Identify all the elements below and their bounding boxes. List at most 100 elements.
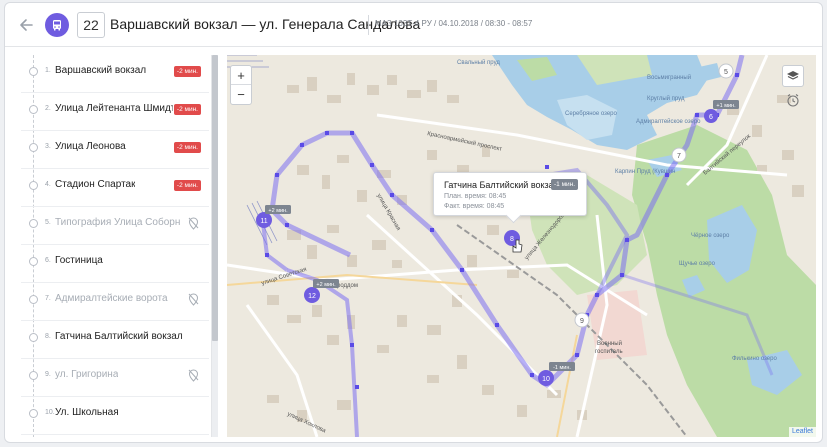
stop-number: 4. <box>45 181 51 188</box>
skipped-stop-icon <box>188 293 199 306</box>
stop-dot <box>29 181 38 190</box>
stop-number: 1. <box>45 67 51 74</box>
zoom-out-button[interactable]: − <box>231 85 251 104</box>
lake-label: Карпин Пруд (Кувшин <box>615 169 675 175</box>
stop-number: 9. <box>45 371 51 378</box>
place-label: роддом <box>337 283 358 289</box>
stop-name: Варшавский вокзал <box>55 65 147 76</box>
header: 22 Варшавский вокзал — ул. Генерала Санд… <box>5 3 822 47</box>
bus-icon <box>45 13 69 37</box>
scrollbar-thumb[interactable] <box>212 55 218 341</box>
skipped-stop-icon <box>188 217 199 230</box>
svg-text:10: 10 <box>542 376 550 383</box>
stop-dot <box>29 67 38 76</box>
zoom-in-button[interactable]: + <box>231 66 251 85</box>
svg-text:12: 12 <box>308 293 316 300</box>
stop-name: Адмиралтейские ворота <box>55 293 168 304</box>
stop-dot <box>29 257 38 266</box>
map-canvas[interactable]: Свальный пруд Серебряное озеро Адмиралте… <box>227 55 816 437</box>
stop-dot <box>29 333 38 342</box>
stop-number: 6. <box>45 257 51 264</box>
svg-text:11: 11 <box>260 218 267 225</box>
history-button[interactable] <box>782 89 804 111</box>
stop-item[interactable]: 3. Улица Леонова -2 мин. <box>21 131 209 169</box>
stop-dot <box>29 295 38 304</box>
skipped-stop-icon <box>188 369 199 382</box>
page-title: Варшавский вокзал — ул. Генерала Сандало… <box>110 16 421 32</box>
sidebar-scrollbar[interactable] <box>212 55 218 437</box>
place-label: госпиталь <box>595 349 623 355</box>
stop-dot <box>29 409 38 418</box>
stop-dot <box>29 105 38 114</box>
stop-name: ул. Григорина <box>55 369 119 380</box>
tooltip-actual-time: Факт. время: 08:45 <box>444 203 505 210</box>
lake-label: Восьмигранный <box>647 74 691 81</box>
delay-badge: -2 мин. <box>173 142 201 153</box>
stop-item[interactable]: 4. Стадион Спартак -2 мин. <box>21 169 209 207</box>
stop-name: Улица Леонова <box>55 141 126 152</box>
stop-item[interactable]: 7. Адмиралтейские ворота <box>21 283 209 321</box>
stop-item[interactable]: 6. Гостиница <box>21 245 209 283</box>
stop-dot <box>29 371 38 380</box>
tooltip-planned-time: План. время: 08:45 <box>444 193 507 200</box>
tooltip-delay-badge: -1 мин. <box>551 179 579 190</box>
lake-label: Адмиралтейское озеро <box>636 118 701 125</box>
delay-badge: -2 мин. <box>173 180 201 191</box>
stop-marker-7[interactable]: 7 <box>671 147 687 163</box>
layers-icon <box>787 71 799 80</box>
stop-item[interactable]: 9. ул. Григорина <box>21 359 209 397</box>
stop-name: Гатчина Балтийский вокзал <box>55 331 183 342</box>
lake-label: Чёрное озеро <box>691 233 730 239</box>
lake-label: Свальный пруд <box>457 59 500 66</box>
layers-button[interactable] <box>782 65 804 87</box>
stop-marker-9[interactable]: 9 <box>574 312 590 328</box>
stop-item[interactable]: 8. Гатчина Балтийский вокзал <box>21 321 209 359</box>
stop-item[interactable]: 1. Варшавский вокзал -2 мин. <box>21 55 209 93</box>
stop-dot <box>29 143 38 152</box>
svg-text:5: 5 <box>724 69 728 76</box>
stop-item[interactable]: 2. Улица Лейтенанта Шмидта -2 мин. <box>21 93 209 131</box>
route-number: 22 <box>77 12 105 38</box>
map-view[interactable]: Свальный пруд Серебряное озеро Адмиралте… <box>227 55 816 437</box>
marker-badge: -1 мин. <box>553 365 571 371</box>
stop-name: Типография Улица Соборная <box>55 217 180 228</box>
stop-number: 8. <box>45 333 51 340</box>
zoom-control: + − <box>230 65 252 105</box>
marker-badge: +1 мин. <box>716 103 736 109</box>
svg-text:7: 7 <box>677 153 681 160</box>
svg-text:8: 8 <box>510 236 514 243</box>
alarm-clock-icon <box>787 94 799 107</box>
lake-label: Серебряное озеро <box>565 111 618 117</box>
trip-meta: МАЗ 103Т-4 РУ / 04.10.2018 / 08:30 - 08:… <box>375 19 533 28</box>
stop-name: Стадион Спартак <box>55 179 136 190</box>
stop-marker-5[interactable]: 5 <box>718 63 734 79</box>
back-arrow-icon[interactable] <box>17 15 37 35</box>
lake-label: Круглый пруд <box>647 95 685 102</box>
stop-number: 10. <box>45 409 55 416</box>
stop-number: 5. <box>45 219 51 226</box>
stop-tooltip: Гатчина Балтийский вокзал -1 мин. План. … <box>433 172 587 216</box>
delay-badge: -2 мин. <box>173 104 201 115</box>
stops-list: 1. Варшавский вокзал -2 мин. 2. Улица Ле… <box>21 55 212 437</box>
stop-number: 3. <box>45 143 51 150</box>
svg-text:9: 9 <box>580 318 584 325</box>
street-label: Красноармейский проспект <box>427 130 503 153</box>
map-attribution[interactable]: Leaflet <box>788 427 816 437</box>
marker-badge: +2 мин. <box>316 282 336 288</box>
delay-badge: -2 мин. <box>173 66 201 77</box>
stop-dot <box>29 219 38 228</box>
stop-item[interactable]: 10. Ул. Школьная <box>21 397 209 435</box>
marker-badge: +2 мин. <box>268 208 288 214</box>
app-frame: 22 Варшавский вокзал — ул. Генерала Санд… <box>4 2 823 443</box>
svg-text:6: 6 <box>709 114 713 121</box>
stop-name: Гостиница <box>55 255 103 266</box>
lake-label: Щучье озеро <box>679 261 716 267</box>
stop-number: 7. <box>45 295 51 302</box>
stop-item[interactable]: 5. Типография Улица Соборная <box>21 207 209 245</box>
tooltip-stop-name: Гатчина Балтийский вокзал <box>444 180 559 190</box>
stop-number: 2. <box>45 105 51 112</box>
stop-name: Ул. Школьная <box>55 407 119 418</box>
lake-label: Филькино озеро <box>732 356 777 362</box>
place-label: Военный <box>597 340 622 347</box>
header-divider <box>368 15 369 35</box>
